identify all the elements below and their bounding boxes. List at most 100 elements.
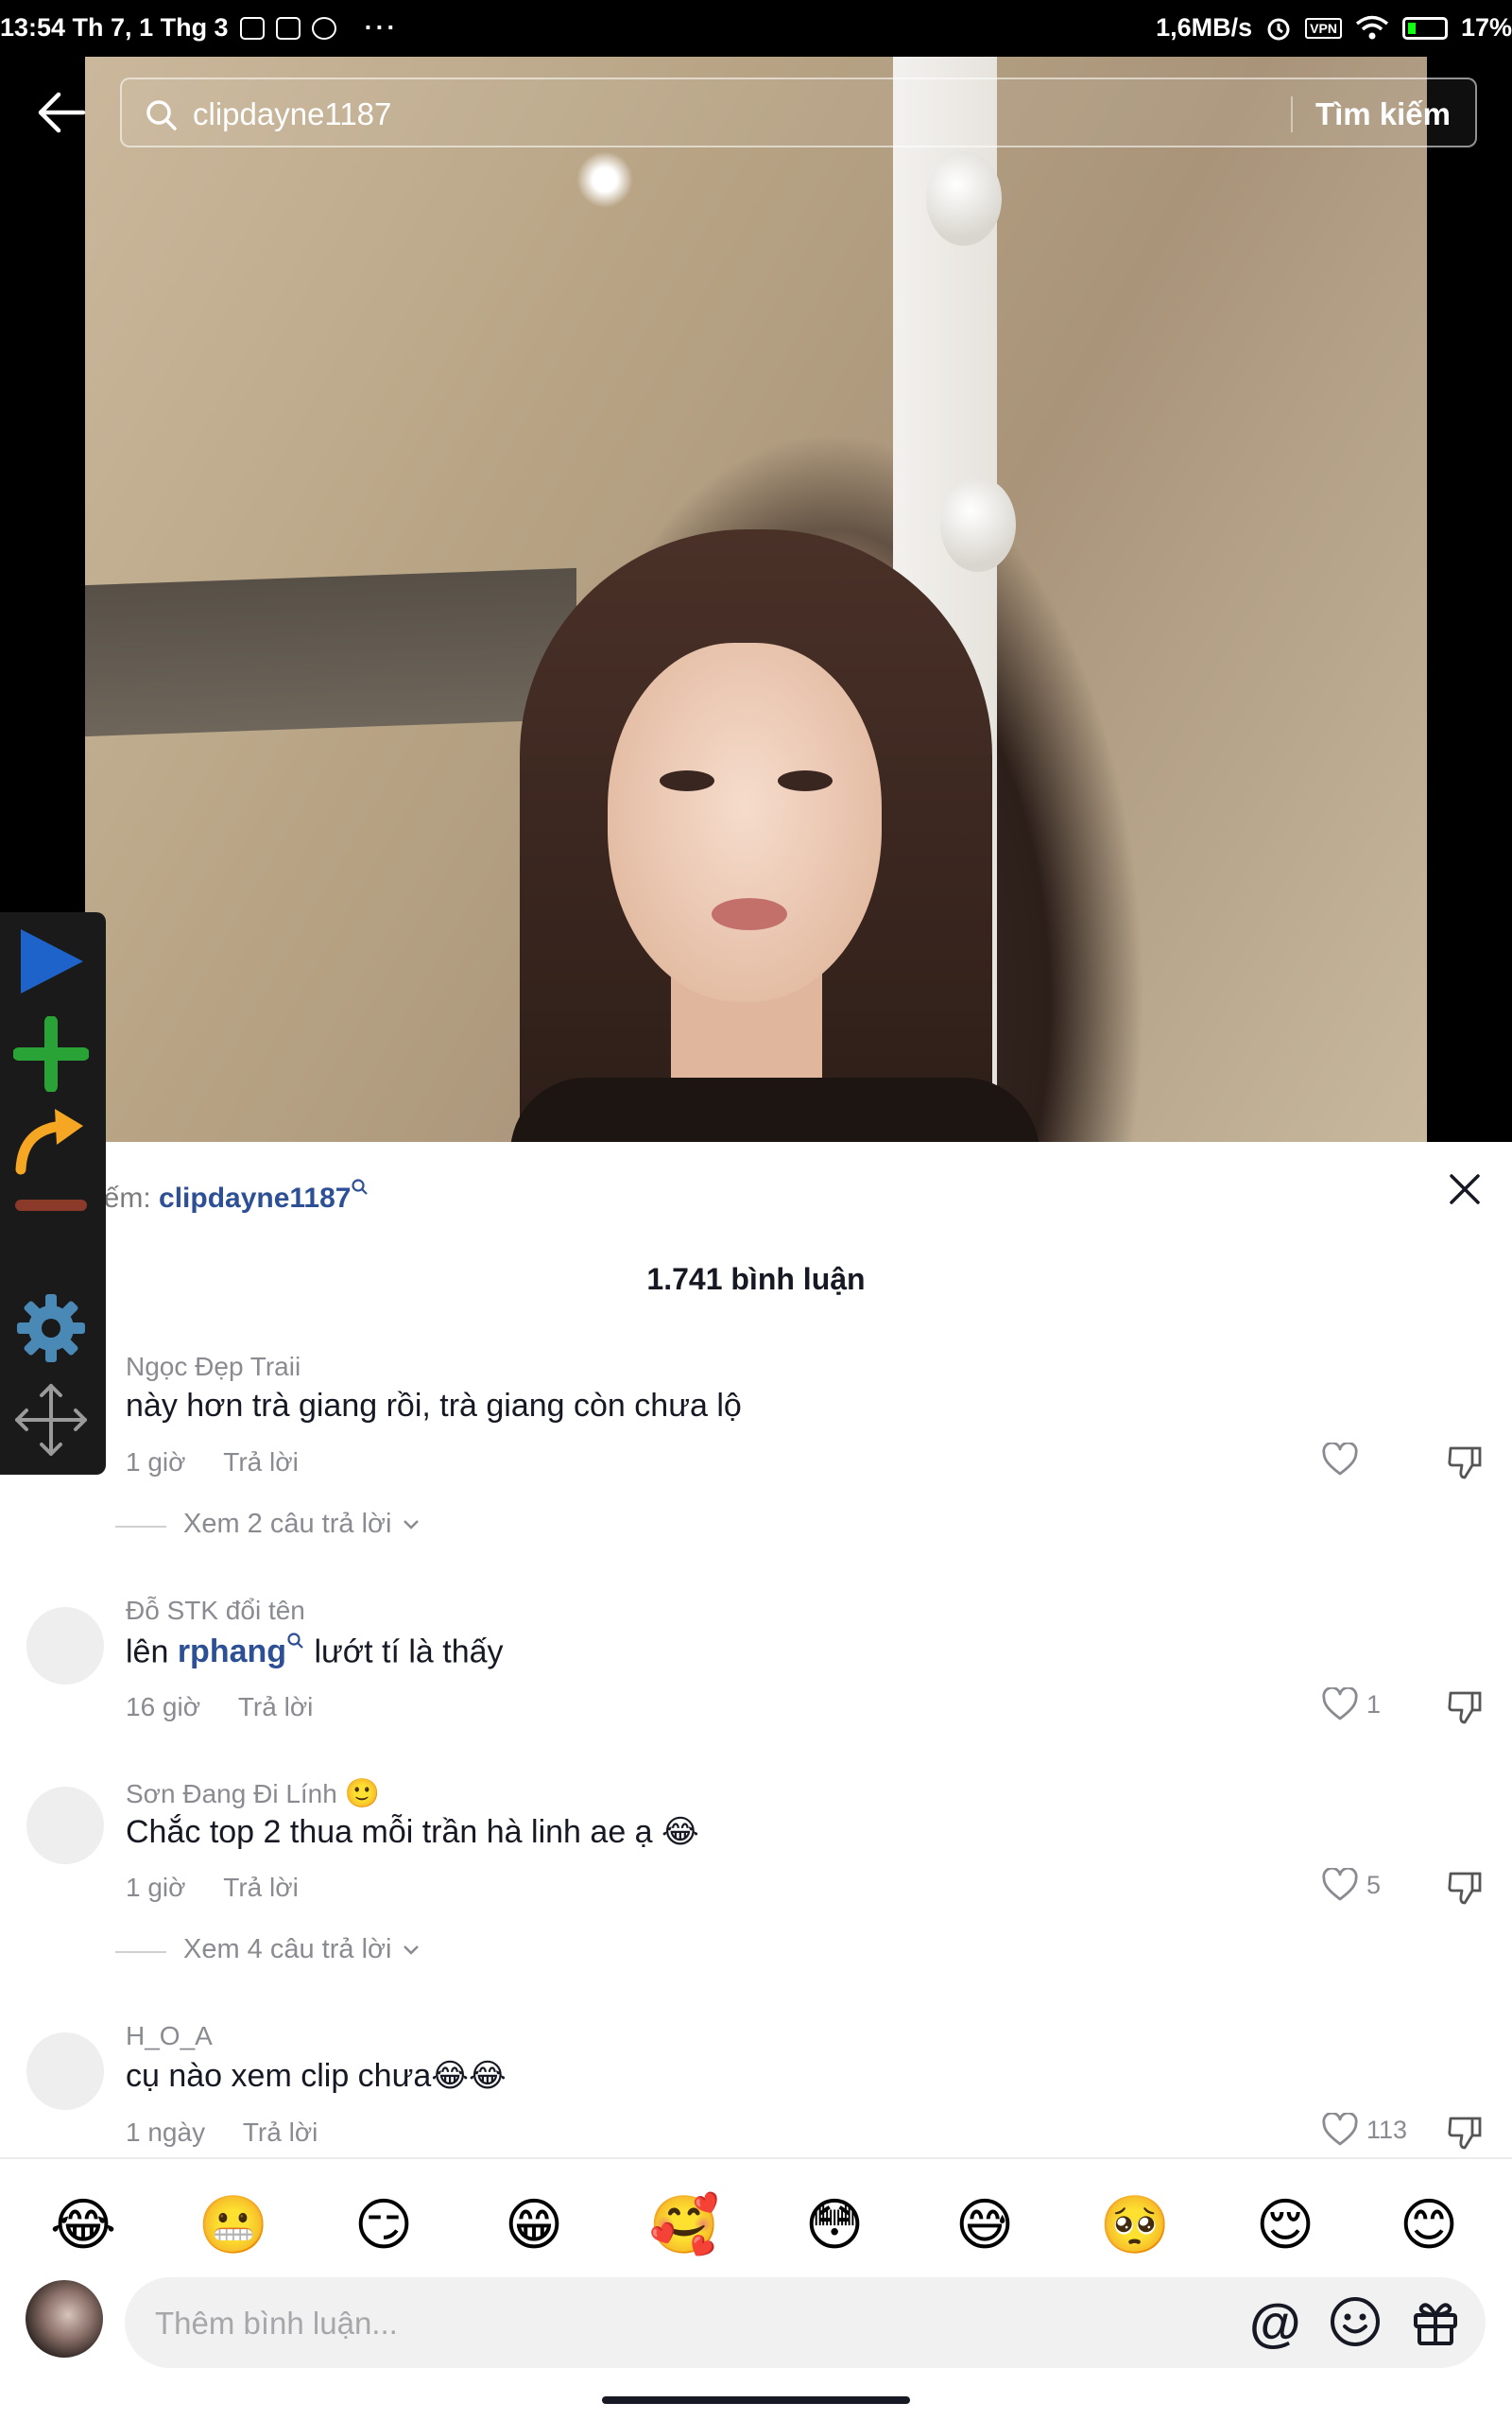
redo-arrow-icon[interactable] [13,1101,89,1177]
back-arrow-icon[interactable] [36,89,87,136]
comment-meta: 1 ngày Trả lời [126,2118,318,2148]
mention-button[interactable]: @ [1249,2294,1301,2351]
search-divider [1291,96,1293,132]
reply-button[interactable]: Trả lời [223,1873,299,1902]
search-icon [287,1633,303,1649]
related-search-link[interactable]: clipdayne1187 [159,1179,369,1214]
comment-username[interactable]: Ngọc Đẹp Traii [126,1352,301,1382]
battery-percent: 17% [1460,13,1512,42]
chevron-down-icon [403,1519,419,1530]
notification-icon [275,16,301,40]
comment-count: 1.741 bình luận [646,1262,866,1296]
comment-meta: 1 giờ Trả lời [126,1447,299,1478]
reply-button[interactable]: Trả lời [238,1692,314,1721]
emoji-button[interactable]: 😂 [45,2187,121,2263]
emoji-button[interactable]: 😏 [346,2187,421,2263]
comment-text: này hơn trà giang rồi, trà giang còn chư… [126,1388,742,1424]
comment-meta: 1 giờ Trả lời [126,1873,299,1903]
gift-icon[interactable] [1408,2294,1463,2349]
status-right: 1,6MB/s VPN 17% [1156,13,1512,43]
dislike-icon[interactable] [1446,2115,1484,2151]
video-subject-eye [778,770,833,791]
reply-button[interactable]: Trả lời [223,1447,299,1477]
plus-icon[interactable] [13,1016,89,1092]
emoji-button[interactable]: 😅 [947,2187,1022,2263]
comment-username[interactable]: H_O_A [126,2021,213,2051]
heart-icon [1322,1443,1358,1476]
video-player[interactable] [85,57,1427,1142]
like-button[interactable]: 113 [1321,2113,1407,2147]
comment-time: 1 giờ [126,1873,186,1902]
comment-time: 16 giờ [126,1692,201,1721]
emoji-button[interactable]: 😳 [797,2187,872,2263]
search-icon [352,1179,369,1195]
search-query[interactable]: clipdayne1187 [193,96,391,132]
heart-icon [1322,1868,1358,1901]
emoji-button[interactable]: 😁 [496,2187,572,2263]
video-subject-lips [712,898,787,930]
avatar[interactable] [26,2032,104,2110]
view-replies-button[interactable]: Xem 2 câu trả lời [115,1509,421,1540]
like-button[interactable] [1321,1443,1366,1477]
search-submit-button[interactable]: Tìm kiếm [1315,96,1451,132]
minus-icon[interactable] [13,1186,89,1224]
emoji-button[interactable]: 🥰 [646,2187,722,2263]
floating-toolbar [0,912,106,1475]
comment-input-placeholder[interactable]: Thêm bình luận... [155,2306,398,2342]
media-icon [239,16,265,40]
video-subject-top [510,1078,1040,1142]
status-bar: 13:54 Th 7, 1 Thg 3 ··· 1,6MB/s VPN 17% [0,0,1512,57]
view-replies-label: Xem 2 câu trả lời [183,1509,392,1539]
user-emoji: 🙂 [344,1778,380,1809]
mention-link[interactable]: rphang [178,1633,305,1669]
like-count: 5 [1366,1870,1382,1899]
comment-text: lên rphang lướt tí là thấy [126,1632,504,1670]
dislike-icon[interactable] [1446,1870,1484,1906]
play-icon[interactable] [13,924,89,999]
view-replies-button[interactable]: Xem 4 câu trả lời [115,1934,421,1965]
comment-meta: 16 giờ Trả lời [126,1692,313,1722]
replies-line [115,1526,166,1528]
move-icon[interactable] [13,1380,89,1460]
quick-emoji-row: 😂 😬 😏 😁 🥰 😳 😅 🥺 😌 😊 [0,2174,1512,2278]
comment-text: cụ nào xem clip chưa😂😂 [126,2058,507,2094]
alarm-icon [1267,18,1290,40]
battery-icon [1401,16,1448,40]
sync-icon [311,16,336,40]
my-avatar[interactable] [26,2280,103,2358]
dislike-icon[interactable] [1446,1444,1484,1480]
wifi-icon [1355,15,1389,39]
dislike-icon[interactable] [1446,1689,1484,1725]
emoji-button[interactable]: 🥺 [1097,2187,1173,2263]
comment-username[interactable]: Đỗ STK đổi tên [126,1596,305,1626]
close-icon[interactable] [1446,1170,1484,1208]
vpn-badge: VPN [1305,17,1342,39]
like-count: 1 [1366,1689,1382,1719]
vanity-bulb [940,477,1016,572]
video-subject-face [608,643,882,1002]
comment-time: 1 giờ [126,1447,186,1477]
chevron-down-icon [403,1945,419,1955]
emoji-picker-icon[interactable] [1328,2294,1383,2349]
emoji-button[interactable]: 😌 [1247,2187,1323,2263]
avatar[interactable] [26,1787,104,1864]
reply-button[interactable]: Trả lời [243,2118,318,2147]
network-speed: 1,6MB/s [1156,13,1253,42]
comment-input[interactable]: Thêm bình luận... @ [125,2277,1486,2368]
comment-username[interactable]: Sơn Đang Đi Lính 🙂 [126,1777,380,1810]
ceiling-light [576,151,633,208]
more-notifications-icon: ··· [364,13,399,42]
ceiling-beam [85,567,576,737]
view-replies-label: Xem 4 câu trả lời [183,1934,392,1964]
vanity-bulb [926,151,1002,246]
like-button[interactable]: 5 [1321,1868,1381,1902]
status-left: 13:54 Th 7, 1 Thg 3 ··· [0,13,399,43]
gear-icon[interactable] [13,1290,89,1366]
avatar[interactable] [26,1607,104,1685]
search-bar[interactable]: clipdayne1187 Tìm kiếm [120,78,1477,147]
home-indicator[interactable] [602,2396,910,2404]
like-count: 113 [1366,2115,1408,2144]
emoji-button[interactable]: 😊 [1391,2187,1467,2263]
like-button[interactable]: 1 [1321,1687,1381,1721]
emoji-button[interactable]: 😬 [196,2187,271,2263]
